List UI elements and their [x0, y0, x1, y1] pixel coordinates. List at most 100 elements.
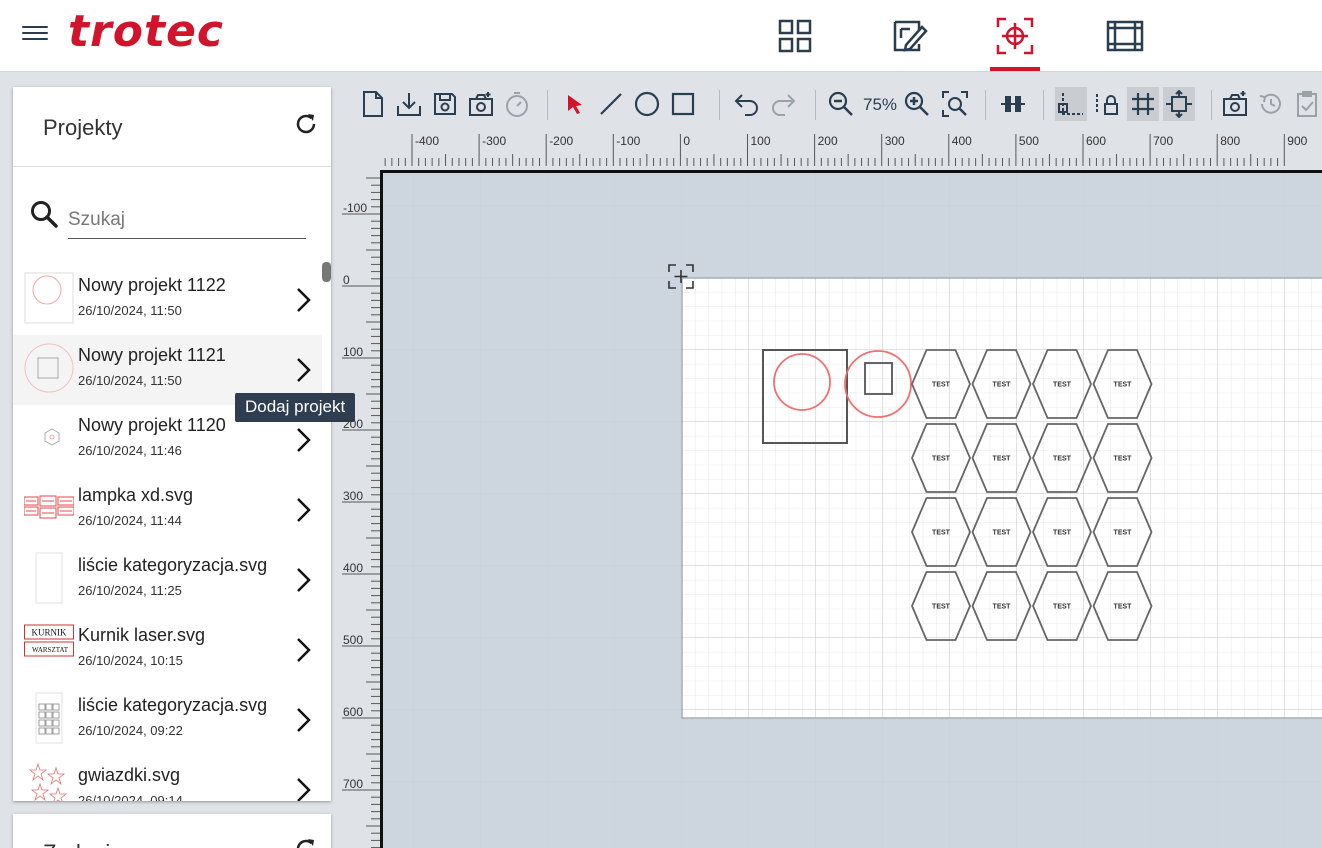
- project-thumbnail: [24, 692, 74, 744]
- list-item[interactable]: lampka xd.svg 26/10/2024, 11:44: [13, 475, 322, 545]
- hexagon-label: TEST: [993, 530, 1012, 537]
- new-file-icon[interactable]: [357, 87, 389, 121]
- project-thumbnail: [24, 552, 74, 604]
- position-icon[interactable]: [1055, 87, 1087, 121]
- hexagon-label: TEST: [1053, 382, 1072, 389]
- project-date: 26/10/2024, 11:50: [78, 373, 182, 388]
- hexagon-label: TEST: [1053, 530, 1072, 537]
- chevron-right-icon[interactable]: [293, 775, 313, 801]
- ruler-label: 400: [952, 134, 972, 148]
- project-name: liście kategoryzacja.svg: [78, 695, 268, 715]
- toolbar-divider: [985, 90, 986, 120]
- search-icon: [29, 199, 59, 229]
- chevron-right-icon[interactable]: [293, 565, 313, 595]
- project-name: lampka xd.svg: [78, 485, 194, 505]
- panel-title: Projekty: [43, 115, 123, 140]
- chevron-right-icon[interactable]: [293, 285, 313, 315]
- chevron-right-icon[interactable]: [293, 635, 313, 665]
- zoom-in-icon[interactable]: [901, 87, 933, 121]
- ruler-label: 700: [1153, 134, 1173, 148]
- toolbar-divider: [719, 90, 720, 120]
- grid-toggle-icon[interactable]: [1127, 87, 1159, 121]
- fit-page-icon[interactable]: [1163, 87, 1195, 121]
- project-thumbnail: [24, 762, 74, 801]
- project-date: 26/10/2024, 10:15: [78, 653, 183, 668]
- toolbar-divider: [1043, 90, 1044, 120]
- zoom-level: 75%: [863, 95, 898, 114]
- hexagon-label: TEST: [932, 604, 951, 611]
- ruler-label: 900: [1287, 134, 1307, 148]
- top-bar: trotec: [0, 0, 1322, 72]
- app-root: { "app": { "brand": "trotec" }, "header"…: [0, 0, 1322, 848]
- refresh-icon[interactable]: [293, 836, 319, 848]
- chevron-right-icon[interactable]: [293, 495, 313, 525]
- hexagon-label: TEST: [932, 456, 951, 463]
- menu-icon[interactable]: [22, 22, 48, 44]
- rectangle-tool-icon[interactable]: [667, 87, 699, 121]
- hexagon-label: TEST: [1114, 604, 1133, 611]
- ruler-label: -300: [482, 134, 506, 148]
- projects-panel: Projekty Nowy projekt 1122 26/10/2024, 1…: [13, 87, 331, 801]
- refresh-icon[interactable]: [293, 111, 319, 137]
- project-date: 26/10/2024, 09:22: [78, 723, 183, 738]
- lock-icon[interactable]: [1091, 87, 1123, 121]
- history-icon[interactable]: [1255, 87, 1287, 121]
- redo-icon[interactable]: [767, 87, 799, 121]
- circle-tool-icon[interactable]: [631, 87, 663, 121]
- undo-icon[interactable]: [731, 87, 763, 121]
- import-icon[interactable]: [393, 87, 425, 121]
- project-thumbnail: [24, 482, 74, 534]
- vertical-ruler: -100 0 100 200 300 400 500 600 700: [342, 177, 380, 848]
- project-thumbnail: [24, 272, 74, 324]
- ruler-label: 400: [343, 561, 363, 575]
- hexagon-label: TEST: [993, 456, 1012, 463]
- search-input[interactable]: [68, 201, 306, 239]
- list-item[interactable]: gwiazdki.svg 26/10/2024, 09:14: [13, 755, 322, 801]
- ruler-label: 300: [885, 134, 905, 148]
- ruler-label: 500: [343, 633, 363, 647]
- project-date: 26/10/2024, 11:50: [78, 303, 182, 318]
- svg-text:KURNIK: KURNIK: [32, 628, 67, 638]
- chevron-right-icon[interactable]: [293, 425, 313, 455]
- project-date: 26/10/2024, 09:14: [78, 793, 183, 801]
- list-item[interactable]: liście kategoryzacja.svg 26/10/2024, 09:…: [13, 685, 322, 755]
- project-date: 26/10/2024, 11:25: [78, 583, 182, 598]
- select-arrow-icon[interactable]: [559, 87, 591, 121]
- zoom-out-icon[interactable]: [825, 87, 857, 121]
- ruler-label: -100: [616, 134, 640, 148]
- design-toolbar: 75%: [355, 82, 1322, 126]
- zoom-fit-icon[interactable]: [939, 87, 971, 121]
- list-item[interactable]: liście kategoryzacja.svg 26/10/2024, 11:…: [13, 545, 322, 615]
- ruler-label: -100: [343, 201, 367, 215]
- list-item[interactable]: Nowy projekt 1122 26/10/2024, 11:50: [13, 265, 322, 335]
- ruler-label: 0: [683, 134, 690, 148]
- nav-dashboard-grid-icon[interactable]: [770, 12, 820, 60]
- ruler-label: 100: [343, 345, 363, 359]
- camera-settings-icon[interactable]: [465, 87, 497, 121]
- ruler-label: 300: [343, 489, 363, 503]
- project-thumbnail: [24, 342, 74, 394]
- canvas-drawing: TEST TEST TEST TEST TEST TEST TEST TEST TEST TEST…: [383, 173, 1322, 848]
- line-tool-icon[interactable]: [595, 87, 627, 121]
- checklist-icon[interactable]: [1291, 87, 1322, 121]
- project-date: 26/10/2024, 11:46: [78, 443, 182, 458]
- list-scrollbar[interactable]: [322, 262, 331, 282]
- list-item[interactable]: KURNIK WARSZTAT Kurnik laser.svg 26/10/2…: [13, 615, 322, 685]
- design-canvas[interactable]: TEST TEST TEST TEST TEST TEST TEST TEST TEST TEST…: [380, 170, 1322, 848]
- add-project-tooltip: Dodaj projekt: [235, 393, 356, 422]
- save-icon[interactable]: [429, 87, 461, 121]
- align-icon[interactable]: [997, 87, 1029, 121]
- trotec-logo: trotec: [68, 6, 224, 57]
- project-name: liście kategoryzacja.svg: [78, 555, 268, 575]
- nav-laser-crosshair-icon[interactable]: [990, 12, 1040, 60]
- svg-text:WARSZTAT: WARSZTAT: [32, 646, 69, 654]
- toolbar-divider: [815, 90, 816, 120]
- nav-design-edit-icon[interactable]: [884, 12, 934, 60]
- chevron-right-icon[interactable]: [293, 705, 313, 735]
- nav-machine-icon[interactable]: [1100, 12, 1150, 60]
- timer-icon[interactable]: [501, 87, 533, 121]
- camera-icon[interactable]: [1219, 87, 1251, 121]
- chevron-right-icon[interactable]: [293, 355, 313, 385]
- hexagon-label: TEST: [1053, 604, 1072, 611]
- ruler-label: 700: [343, 777, 363, 791]
